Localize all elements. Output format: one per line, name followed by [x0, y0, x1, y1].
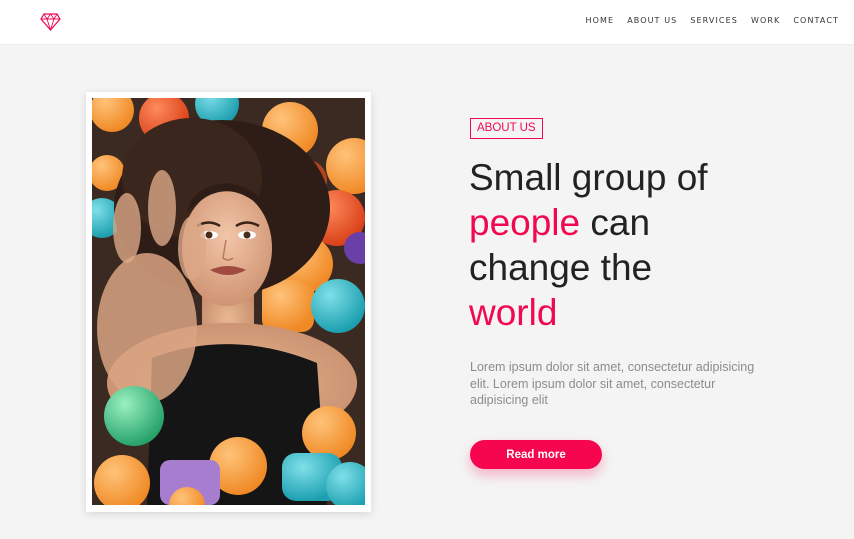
headline-line-2-rest: can [580, 202, 651, 243]
read-more-button[interactable]: Read more [470, 440, 602, 469]
nav-work[interactable]: WORK [751, 16, 780, 25]
headline-line-1: Small group of [469, 157, 708, 198]
section-badge: ABOUT US [470, 118, 543, 139]
nav-contact[interactable]: CONTACT [793, 16, 839, 25]
nav-about-us[interactable]: ABOUT US [627, 16, 677, 25]
main-nav: HOME ABOUT US SERVICES WORK CONTACT [586, 16, 839, 25]
headline-accent-world: world [469, 292, 558, 333]
headline-line-3: change the [469, 247, 653, 288]
hero-description: Lorem ipsum dolor sit amet, consectetur … [470, 360, 755, 407]
hero-headline: Small group of people can change the wor… [469, 155, 789, 335]
nav-home[interactable]: HOME [586, 16, 615, 25]
headline-accent-people: people [469, 202, 581, 243]
site-header: HOME ABOUT US SERVICES WORK CONTACT [0, 0, 854, 45]
diamond-icon[interactable] [40, 13, 61, 31]
hero-photo-frame [86, 92, 371, 512]
nav-services[interactable]: SERVICES [690, 16, 738, 25]
hero-photo [92, 98, 365, 505]
